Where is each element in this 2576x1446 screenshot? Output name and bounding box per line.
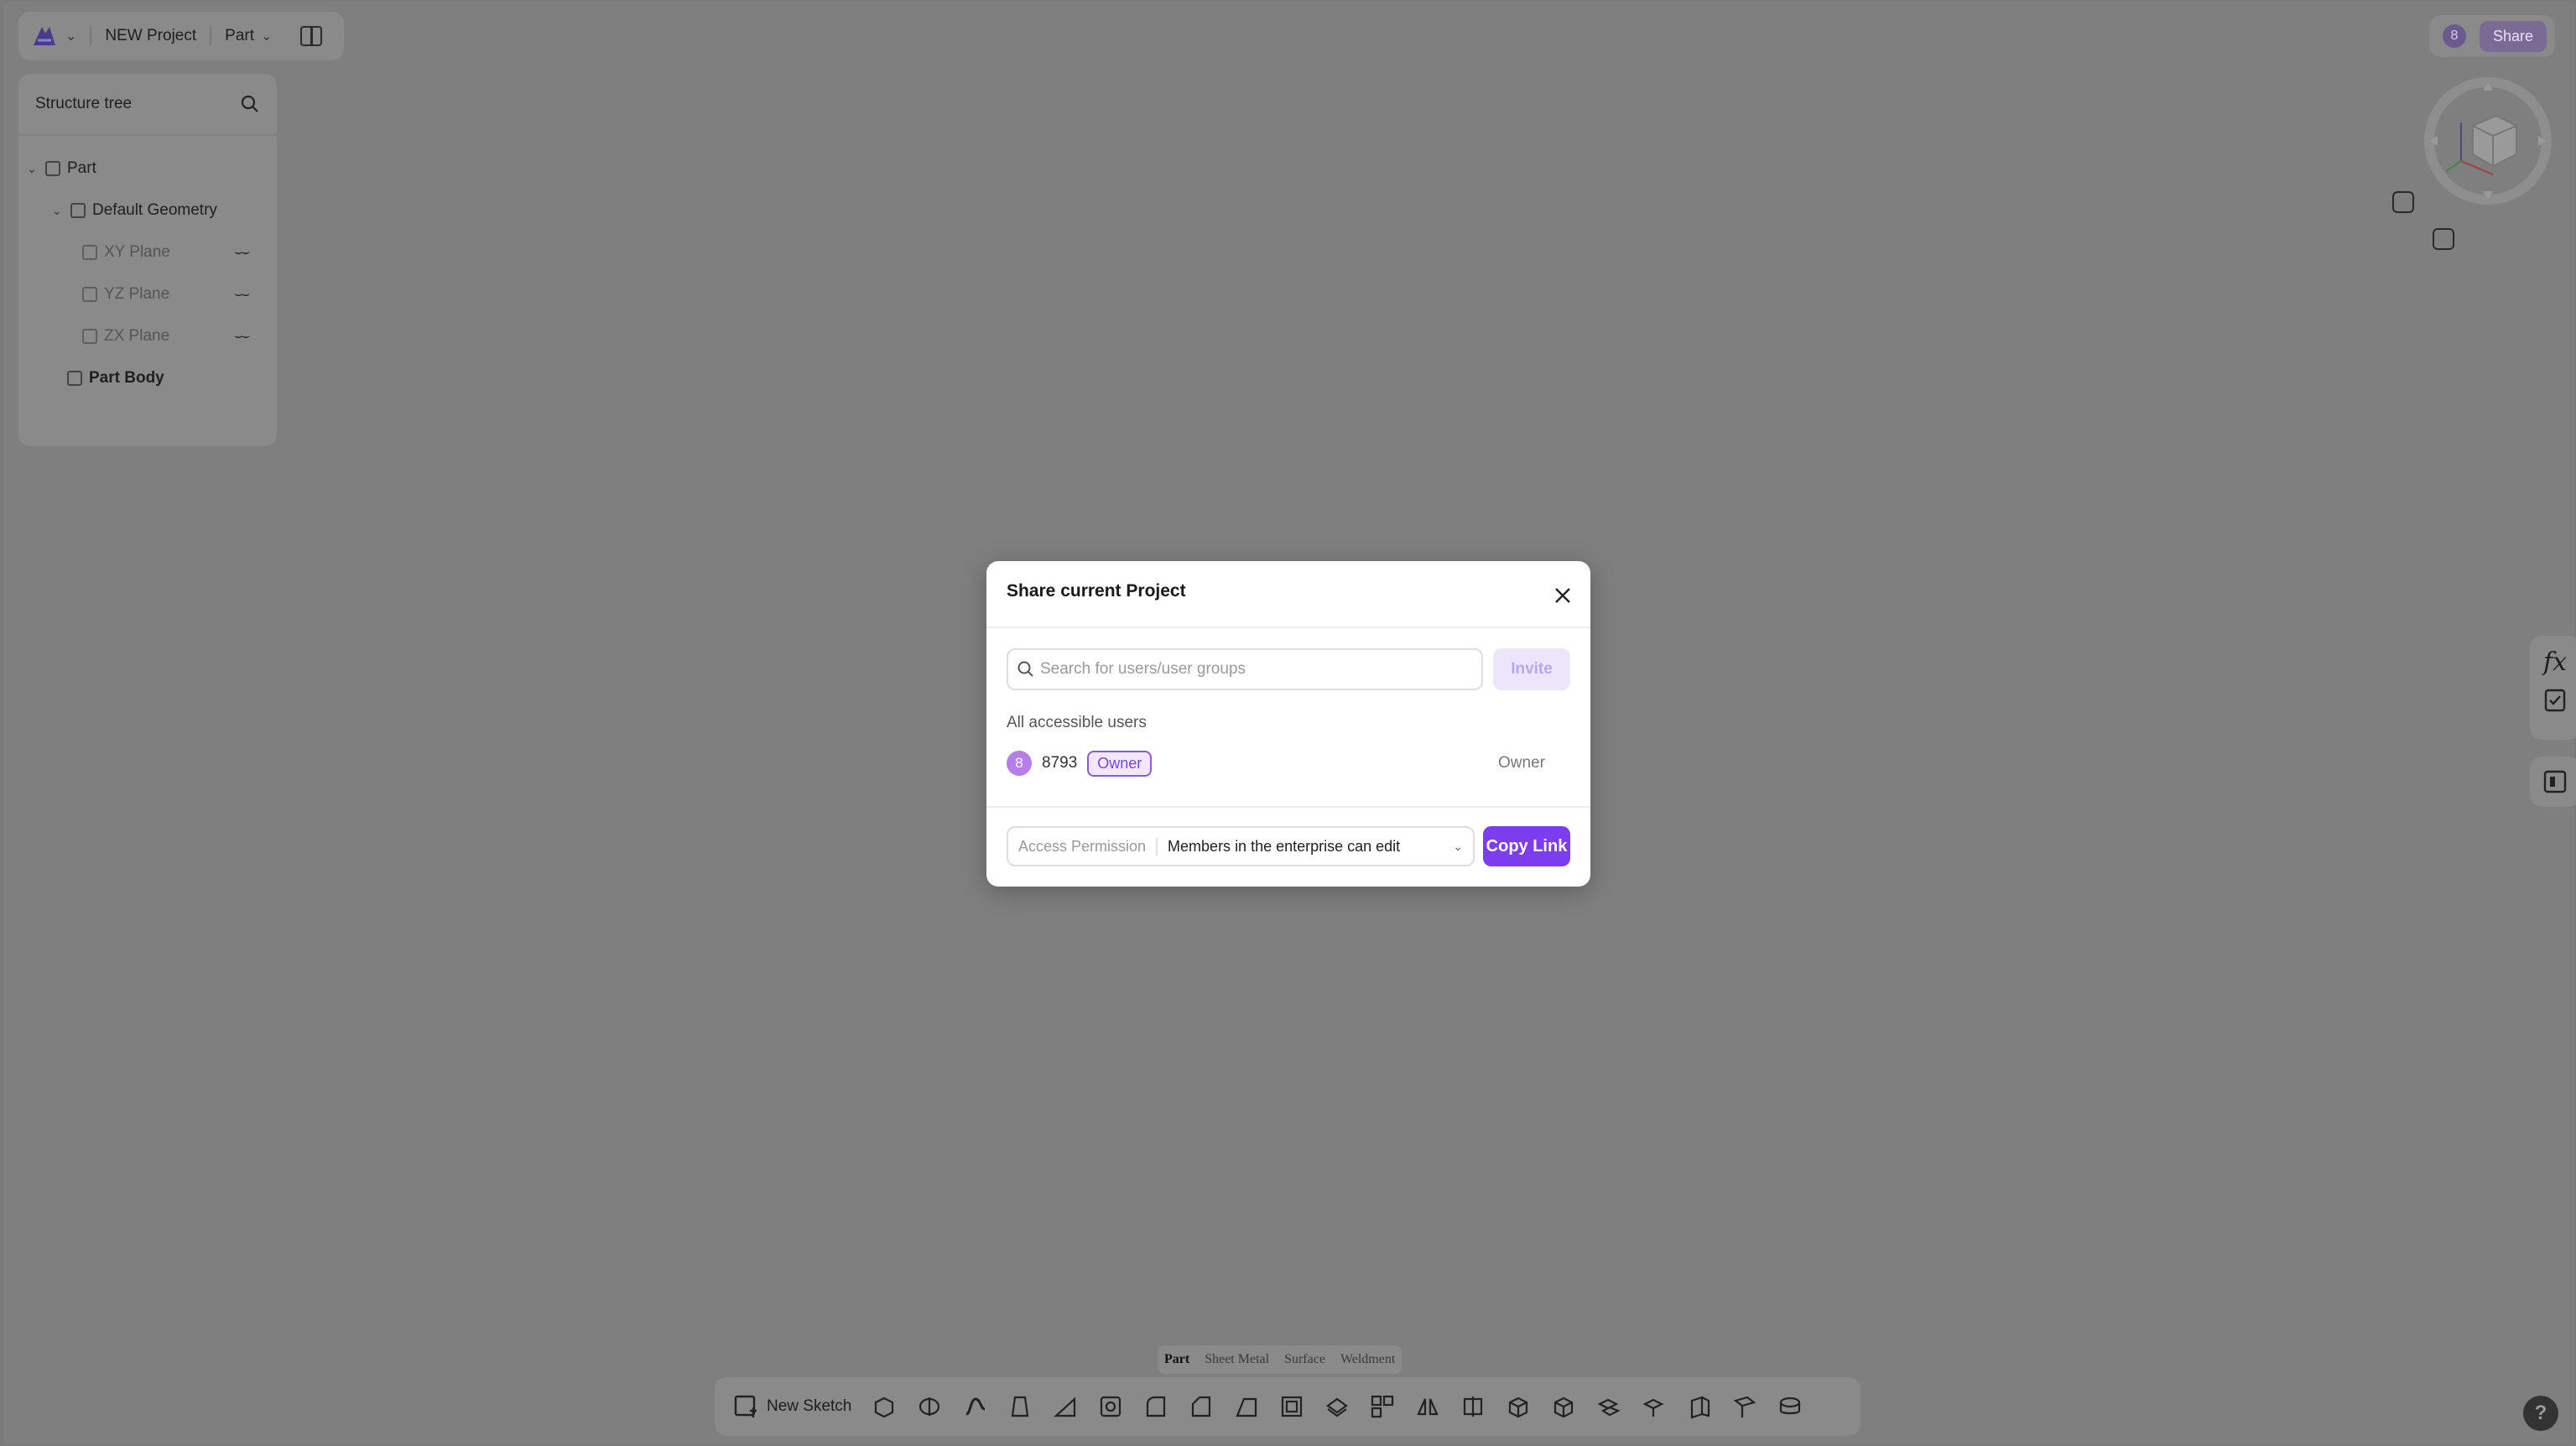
structure-tree-title: Structure tree xyxy=(35,95,133,112)
app-logo-icon[interactable] xyxy=(30,22,59,50)
access-permission-value: Members in the enterprise can edit xyxy=(1168,837,1401,855)
dialog-header: Share current Project xyxy=(986,561,1590,628)
fit-view-icon[interactable] xyxy=(2392,191,2414,213)
user-search-input[interactable] xyxy=(1040,660,1460,679)
tree-node-default-geometry[interactable]: ⌄ Default Geometry xyxy=(52,201,217,220)
extrude-icon[interactable] xyxy=(872,1394,897,1419)
cube-icon[interactable] xyxy=(1551,1394,1576,1419)
mode-tabs: Part Sheet Metal Surface Weldment xyxy=(1158,1345,1402,1374)
structure-tree-panel: Structure tree ⌄ Part ⌄ Default Geometry… xyxy=(18,74,277,446)
avatar: 8 xyxy=(1007,751,1032,776)
user-role: Owner xyxy=(1498,754,1545,772)
plane-icon xyxy=(82,245,97,260)
mirror-icon[interactable] xyxy=(1415,1394,1440,1419)
copy-link-button[interactable]: Copy Link xyxy=(1483,826,1570,866)
tree-node-label: Default Geometry xyxy=(92,201,217,219)
offset-face-icon[interactable] xyxy=(1687,1394,1712,1419)
tab-weldment[interactable]: Weldment xyxy=(1340,1352,1395,1367)
top-bar: ⌄ NEW Project Part ⌄ xyxy=(18,12,344,60)
pattern-icon[interactable] xyxy=(1370,1394,1395,1419)
chevron-down-icon[interactable]: ⌄ xyxy=(27,162,39,176)
access-permission-select[interactable]: Access Permission Members in the enterpr… xyxy=(1007,826,1475,866)
tree-node-label: XY Plane xyxy=(104,243,170,261)
logo-chevron-down-icon[interactable]: ⌄ xyxy=(65,28,76,44)
revolve-icon[interactable] xyxy=(917,1394,942,1419)
combine-icon[interactable] xyxy=(1596,1394,1621,1419)
tree-node-part[interactable]: ⌄ Part xyxy=(27,159,96,178)
plane-tool-icon[interactable] xyxy=(1732,1394,1757,1419)
tab-sheet-metal[interactable]: Sheet Metal xyxy=(1205,1352,1269,1367)
panel-toggle-icon[interactable] xyxy=(300,26,323,46)
search-icon[interactable] xyxy=(240,94,260,114)
share-dialog: Share current Project Invite All accessi… xyxy=(986,561,1590,887)
divider xyxy=(90,27,92,45)
fillet-icon[interactable] xyxy=(1143,1394,1168,1419)
eye-closed-icon[interactable]: ⌣⌣ xyxy=(234,245,250,260)
loft-icon[interactable] xyxy=(1007,1394,1033,1419)
hole-icon[interactable] xyxy=(1098,1394,1123,1419)
share-button[interactable]: Share xyxy=(2480,20,2547,52)
owner-badge: Owner xyxy=(1087,750,1153,777)
new-sketch-label: New Sketch xyxy=(767,1397,852,1415)
measure-icon[interactable] xyxy=(1777,1394,1803,1419)
divider xyxy=(210,27,212,45)
share-area: 8 Share xyxy=(2429,15,2555,57)
tree-node-label: YZ Plane xyxy=(104,285,170,303)
right-toolbar-secondary xyxy=(2530,757,2576,807)
tree-node-xy-plane[interactable]: XY Plane ⌣⌣ xyxy=(82,243,267,262)
draft-icon[interactable] xyxy=(1234,1394,1259,1419)
sweep-icon[interactable] xyxy=(962,1394,987,1419)
move-body-icon[interactable] xyxy=(1642,1394,1667,1419)
shell-icon[interactable] xyxy=(1279,1394,1304,1419)
dialog-title: Share current Project xyxy=(1007,581,1186,601)
feature-toolbar: New Sketch xyxy=(715,1377,1860,1436)
accessible-users-heading: All accessible users xyxy=(1007,714,1147,731)
divider xyxy=(986,806,1590,808)
tab-surface[interactable]: Surface xyxy=(1284,1352,1325,1367)
rib-icon[interactable] xyxy=(1053,1394,1078,1419)
tree-node-label: ZX Plane xyxy=(104,327,170,345)
chamfer-icon[interactable] xyxy=(1189,1394,1214,1419)
eye-closed-icon[interactable]: ⌣⌣ xyxy=(234,287,250,302)
part-icon xyxy=(45,161,60,176)
tree-node-label: Part xyxy=(67,159,96,177)
view-cube[interactable] xyxy=(2412,74,2555,216)
thicken-icon[interactable] xyxy=(1324,1394,1350,1419)
plane-icon xyxy=(82,329,97,344)
new-sketch-button[interactable]: New Sketch xyxy=(733,1394,851,1419)
tree-node-part-body[interactable]: Part Body xyxy=(67,369,164,388)
tab-part[interactable]: Part xyxy=(1164,1352,1189,1367)
close-icon[interactable] xyxy=(1553,586,1572,605)
chevron-down-icon[interactable]: ⌄ xyxy=(52,204,64,218)
plane-icon xyxy=(82,287,97,302)
access-permission-label: Access Permission xyxy=(1018,837,1158,856)
display-mode-icon[interactable] xyxy=(2433,228,2454,250)
help-button[interactable]: ? xyxy=(2523,1396,2558,1431)
project-name[interactable]: NEW Project xyxy=(105,27,196,45)
table-icon[interactable] xyxy=(2543,770,2567,793)
structure-tree-header: Structure tree xyxy=(18,74,277,136)
user-search-field[interactable] xyxy=(1007,648,1483,690)
new-sketch-icon xyxy=(734,1395,757,1417)
checklist-icon[interactable] xyxy=(2543,687,2567,712)
invite-button[interactable]: Invite xyxy=(1493,648,1570,690)
mode-chevron-down-icon[interactable]: ⌄ xyxy=(261,28,272,44)
box-icon[interactable] xyxy=(1506,1394,1531,1419)
split-icon[interactable] xyxy=(1460,1394,1486,1419)
chevron-down-icon[interactable]: ⌄ xyxy=(1453,840,1463,854)
geometry-icon xyxy=(70,203,86,218)
body-icon xyxy=(67,371,82,386)
avatar[interactable]: 8 xyxy=(2443,24,2466,48)
user-row: 8 8793 Owner Owner xyxy=(1007,749,1570,778)
tree-node-yz-plane[interactable]: YZ Plane ⌣⌣ xyxy=(82,285,267,304)
tree-node-zx-plane[interactable]: ZX Plane ⌣⌣ xyxy=(82,327,267,346)
user-name: 8793 xyxy=(1042,754,1078,772)
tree-node-label: Part Body xyxy=(89,369,164,387)
search-icon xyxy=(1017,661,1033,677)
mode-selector[interactable]: Part xyxy=(225,27,254,45)
formula-icon[interactable]: fx xyxy=(2530,648,2576,677)
right-toolbar: fx xyxy=(2530,636,2576,740)
eye-closed-icon[interactable]: ⌣⌣ xyxy=(234,329,250,344)
